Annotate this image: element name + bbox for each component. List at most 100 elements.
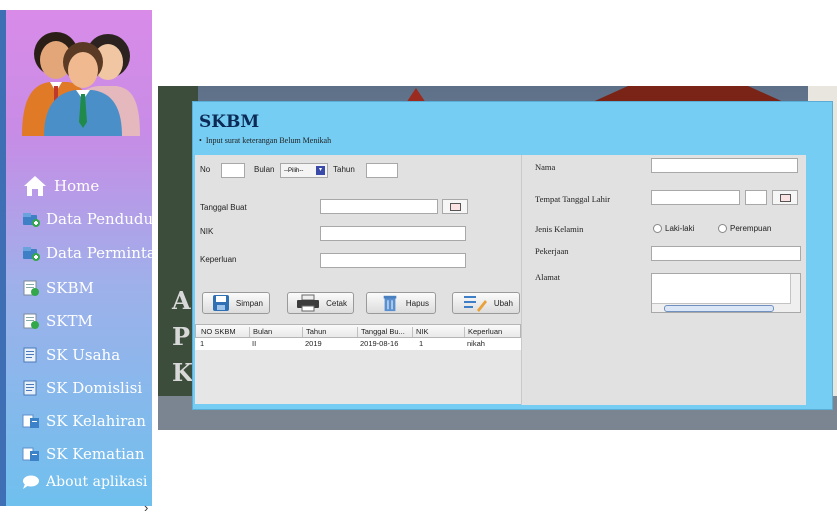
nama-label: Nama: [535, 162, 556, 172]
page-subtitle: • Input surat keterangan Belum Menikah: [199, 136, 332, 145]
cetak-button-label: Cetak: [326, 298, 347, 308]
chat-bubble-icon: [23, 475, 39, 489]
jenis-kelamin-label: Jenis Kelamin: [535, 224, 584, 234]
pekerjaan-label: Pekerjaan: [535, 246, 569, 256]
calendar-icon: [779, 193, 791, 202]
nik-label: NIK: [200, 227, 214, 236]
birth-icon: [22, 414, 39, 428]
column-header[interactable]: Tanggal Bu...: [357, 327, 405, 337]
sidebar-item-label: About aplikasi: [46, 474, 148, 490]
alamat-textarea[interactable]: [651, 273, 801, 313]
hapus-button[interactable]: Hapus: [366, 292, 436, 314]
column-header[interactable]: Tahun: [302, 327, 326, 337]
subtitle-text: Input surat keterangan Belum Menikah: [205, 136, 332, 145]
background-letter: A: [172, 286, 191, 315]
sidebar-item-data-permintaan[interactable]: Data Permintaan: [22, 241, 174, 265]
sidebar-item-label: Data Penduduk: [46, 210, 163, 228]
simpan-button-label: Simpan: [235, 298, 263, 308]
sidebar-item-label: Home: [54, 177, 100, 195]
gender-option-label: Laki-laki: [665, 224, 695, 233]
pekerjaan-input[interactable]: [651, 246, 801, 261]
sidebar-item-about[interactable]: About aplikasi: [22, 470, 147, 494]
add-request-icon: [23, 247, 40, 261]
table-row[interactable]: 1 II 2019 2019-08-16 1 nikah: [195, 338, 521, 350]
save-icon: [213, 295, 229, 311]
form-icon: [23, 380, 37, 396]
table-cell: 2019-08-16: [360, 339, 399, 348]
add-user-icon: [23, 213, 40, 227]
nik-input[interactable]: [320, 226, 466, 241]
printer-icon: [297, 294, 319, 312]
date-picker-button[interactable]: [772, 190, 798, 205]
sidebar-item-label: SK Domislisi: [46, 379, 143, 397]
vertical-scrollbar[interactable]: [790, 274, 800, 312]
column-header[interactable]: NIK: [412, 327, 429, 337]
sidebar-item-home[interactable]: Home: [22, 174, 99, 198]
sidebar-item-sk-usaha[interactable]: SK Usaha: [22, 343, 120, 367]
sidebar-item-sk-kematian[interactable]: SK Kematian: [22, 442, 145, 466]
sidebar-item-label: SK Kelahiran: [46, 412, 146, 430]
tanggal-buat-input[interactable]: [320, 199, 438, 214]
trash-icon: [383, 295, 397, 312]
tahun-input[interactable]: [366, 163, 398, 178]
horizontal-scrollbar[interactable]: [652, 303, 791, 312]
background-letter: P: [172, 322, 191, 351]
sidebar-item-label: SK Kematian: [46, 445, 145, 463]
edit-icon: [464, 296, 487, 312]
no-input[interactable]: [221, 163, 245, 178]
ubah-button[interactable]: Ubah: [452, 292, 520, 314]
tahun-label: Tahun: [333, 165, 355, 174]
form-icon: [23, 347, 37, 363]
alamat-label: Alamat: [535, 272, 561, 282]
hapus-button-label: Hapus: [405, 298, 429, 308]
sidebar-item-label: SKBM: [46, 279, 94, 297]
page-title: SKBM: [199, 112, 260, 132]
background-letter: K: [172, 358, 193, 387]
sidebar-item-data-penduduk[interactable]: Data Penduduk: [22, 207, 162, 231]
tempat-lahir-input[interactable]: [651, 190, 740, 205]
sidebar-item-sktm[interactable]: SKTM: [22, 309, 93, 333]
bulan-select[interactable]: --Pilih-- ▾: [280, 163, 328, 178]
ttl-label: Tempat Tanggal Lahir: [535, 194, 611, 204]
keperluan-input[interactable]: [320, 253, 466, 268]
death-icon: [22, 447, 39, 461]
table-cell: 1: [200, 339, 205, 348]
column-header[interactable]: Keperluan: [464, 327, 502, 337]
tanggal-lahir-input[interactable]: [745, 190, 767, 205]
table-cell: II: [252, 339, 257, 348]
column-header[interactable]: Bulan: [249, 327, 272, 337]
bulan-select-value: --Pilih--: [284, 167, 304, 174]
calendar-icon: [449, 202, 461, 211]
column-header[interactable]: NO SKBM: [198, 327, 236, 337]
date-picker-button[interactable]: [442, 199, 468, 214]
keperluan-label: Keperluan: [200, 255, 237, 264]
document-icon: [23, 280, 39, 296]
document-icon: [23, 313, 39, 329]
table-cell: nikah: [467, 339, 485, 348]
nama-input[interactable]: [651, 158, 798, 173]
sidebar-item-sk-domislisi[interactable]: SK Domislisi: [22, 376, 142, 400]
bulan-label: Bulan: [254, 165, 275, 174]
gender-option-label: Perempuan: [730, 224, 772, 233]
sidebar-item-label: SKTM: [46, 312, 93, 330]
gender-radio-perempuan[interactable]: [718, 224, 727, 233]
sidebar-item-label: SK Usaha: [46, 346, 121, 364]
sidebar-edge: [0, 10, 6, 506]
sidebar-item-sk-kelahiran[interactable]: SK Kelahiran: [22, 409, 146, 433]
scrollbar-thumb[interactable]: [664, 305, 774, 312]
cetak-button[interactable]: Cetak: [287, 292, 354, 314]
chevron-down-icon: ▾: [316, 166, 325, 175]
sidebar: Home Data Penduduk Data Permintaan SKBM: [0, 10, 174, 515]
sidebar-collapse-button[interactable]: ›: [144, 500, 154, 516]
table-cell: 1: [419, 339, 424, 348]
ubah-button-label: Ubah: [493, 298, 513, 308]
sidebar-item-skbm[interactable]: SKBM: [22, 276, 94, 300]
simpan-button[interactable]: Simpan: [202, 292, 270, 314]
users-group-icon: [22, 32, 140, 136]
sidebar-item-label: Data Permintaan: [46, 244, 175, 262]
home-icon: [24, 176, 46, 196]
table-header: NO SKBM Bulan Tahun Tanggal Bu... NIK Ke…: [195, 324, 521, 338]
skbm-table: NO SKBM Bulan Tahun Tanggal Bu... NIK Ke…: [195, 324, 521, 404]
gender-radio-laki-laki[interactable]: [653, 224, 662, 233]
no-label: No: [200, 165, 211, 174]
